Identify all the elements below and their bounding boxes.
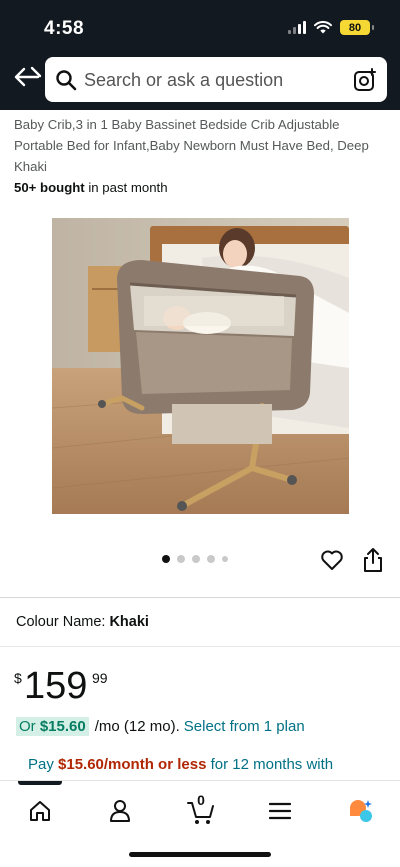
pay-monthly-line[interactable]: Pay $15.60/month or less for 12 months w…: [28, 756, 333, 773]
status-icons: 80: [288, 20, 374, 35]
product-title[interactable]: Baby Crib,3 in 1 Baby Bassinet Bedside C…: [14, 114, 390, 177]
divider: [0, 646, 400, 647]
divider: [0, 597, 400, 598]
cellular-signal-icon: [288, 21, 306, 34]
monthly-highlight: Or $15.60: [16, 717, 89, 736]
camera-icon[interactable]: [353, 68, 377, 92]
nav-home[interactable]: [20, 795, 60, 827]
select-plan-link[interactable]: Select from 1 plan: [184, 718, 305, 735]
cart-count: 0: [197, 792, 205, 808]
rufus-ai-icon: [350, 800, 372, 822]
bought-count-line: 50+ bought in past month: [14, 180, 168, 195]
product-image[interactable]: [52, 218, 349, 514]
search-bar[interactable]: Search or ask a question: [45, 57, 387, 102]
colour-selector[interactable]: Colour Name: Khaki: [16, 614, 149, 630]
menu-icon: [269, 802, 291, 820]
carousel-dot[interactable]: [192, 555, 200, 563]
product-photo-illustration: [52, 218, 349, 514]
bought-count: 50+ bought: [14, 180, 85, 195]
monthly-prefix: Or: [19, 718, 40, 735]
nav-cart[interactable]: 0: [181, 792, 221, 827]
back-button[interactable]: [10, 62, 44, 92]
search-input[interactable]: Search or ask a question: [84, 70, 283, 91]
back-arrow-icon: [14, 66, 42, 87]
price-whole: 159: [24, 665, 88, 707]
pay-suffix: for 12 months with: [206, 756, 334, 773]
image-carousel-dots[interactable]: [162, 555, 228, 563]
carousel-dot[interactable]: [162, 555, 170, 563]
home-icon: [30, 801, 50, 821]
pay-prefix: Pay: [28, 756, 59, 773]
status-bar: 4:58 80: [0, 0, 400, 56]
monthly-suffix: /mo (12 mo).: [94, 718, 180, 735]
bought-suffix: in past month: [84, 180, 168, 195]
heart-icon[interactable]: [319, 547, 345, 573]
monthly-payment-row: Or $15.60 /mo (12 mo). Select from 1 pla…: [16, 717, 305, 736]
carousel-dot[interactable]: [177, 555, 185, 563]
colour-value: Khaki: [109, 614, 149, 630]
nav-account[interactable]: [100, 795, 140, 827]
monthly-amount: $15.60: [39, 718, 86, 735]
wifi-icon: [314, 21, 332, 34]
carousel-dot[interactable]: [222, 556, 228, 562]
pay-amount: $15.60/month or less: [58, 756, 207, 773]
share-icon[interactable]: [361, 546, 385, 574]
nav-menu[interactable]: [260, 795, 300, 827]
nav-rufus[interactable]: [340, 795, 380, 827]
battery-level: 80: [348, 21, 362, 34]
home-indicator: [129, 852, 271, 857]
search-icon: [56, 70, 77, 91]
status-time: 4:58: [44, 18, 85, 39]
price-currency: $: [14, 670, 22, 686]
carousel-dot[interactable]: [207, 555, 215, 563]
battery-indicator: 80: [340, 20, 374, 35]
active-tab-indicator: [18, 781, 62, 785]
colour-label: Colour Name:: [16, 614, 106, 630]
app-header: 4:58 80 Search or ask a question: [0, 0, 400, 110]
account-icon: [110, 800, 130, 822]
price-fraction: 99: [92, 670, 108, 686]
